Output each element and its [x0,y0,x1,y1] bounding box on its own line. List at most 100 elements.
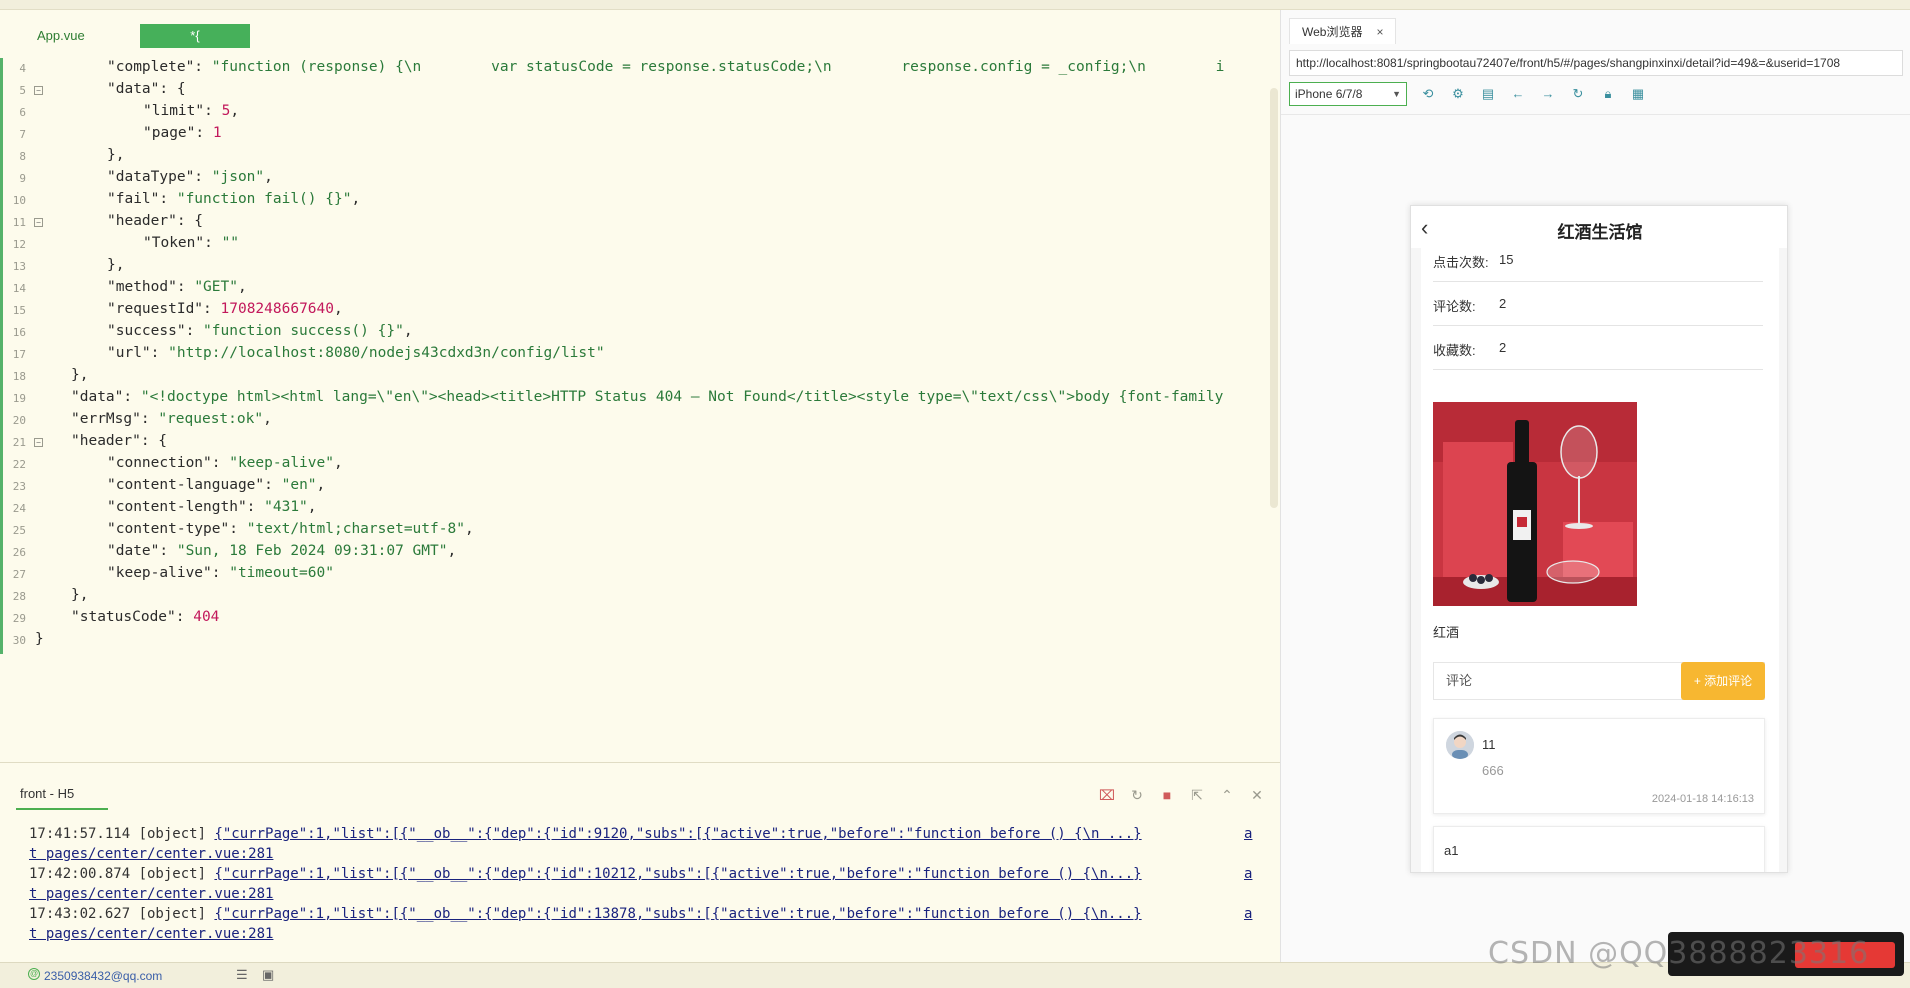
browser-toolbar-divider [1281,114,1910,115]
code-text: "data": { [107,81,186,97]
log-object-link[interactable]: {"currPage":1,"list":[{"__ob__":{"dep":{… [214,826,1141,842]
reload-icon[interactable]: ↻ [1569,86,1587,102]
code-line[interactable]: 26 "date": "Sun, 18 Feb 2024 09:31:07 GMT… [0,542,1278,564]
line-number: 24 [12,502,26,515]
export-icon[interactable]: ⇱ [1188,786,1206,804]
code-line[interactable]: 22 "connection": "keep-alive", [0,454,1278,476]
fold-toggle-icon[interactable]: − [34,86,43,95]
avatar [1446,731,1474,759]
code-line[interactable]: 27 "keep-alive": "timeout=60" [0,564,1278,586]
device-select[interactable]: iPhone 6/7/8 ▼ [1289,82,1407,106]
log-source-link[interactable]: a [1244,826,1252,842]
forward-arrow-icon[interactable]: → [1539,86,1557,102]
add-comment-button[interactable]: + 添加评论 [1681,662,1765,700]
code-text: "errMsg": "request:ok", [71,411,272,427]
line-number: 16 [12,326,26,339]
log-source-link[interactable]: a [1244,906,1252,922]
stat-row-comments: 评论数: 2 [1433,282,1763,326]
code-line[interactable]: 16 "success": "function success() {}", [0,322,1278,344]
stat-row-clicks: 点击次数: 15 [1433,238,1763,282]
line-number: 6 [19,106,26,119]
code-line[interactable]: 13}, [0,256,1278,278]
comment-input[interactable]: 评论 + 添加评论 [1433,662,1765,700]
stat-label: 收藏数: [1433,343,1476,358]
code-line[interactable]: 24 "content-length": "431", [0,498,1278,520]
code-text: "limit": 5, [143,103,240,119]
close-panel-icon[interactable]: ✕ [1248,786,1266,804]
log-object-link[interactable]: {"currPage":1,"list":[{"__ob__":{"dep":{… [214,866,1141,882]
stat-row-favorites: 收藏数: 2 [1433,326,1763,370]
rotate-icon[interactable]: ⟲ [1419,86,1437,102]
phone-body: 点击次数: 15 评论数: 2 收藏数: 2 红酒 评论 + 添加评论 11 6… [1411,248,1787,872]
stop-icon[interactable]: ■ [1158,786,1176,804]
clear-console-icon[interactable]: ⌧ [1098,786,1116,804]
code-text: "fail": "function fail() {}", [107,191,361,207]
code-text: "page": 1 [143,125,222,141]
tab-active-json[interactable]: *{ [140,24,250,48]
browser-tab-label: Web浏览器 [1302,25,1363,39]
console-toolbar: ⌧ ↻ ■ ⇱ ⌃ ✕ [1098,786,1266,804]
log-source-path[interactable]: t pages/center/center.vue:281 [29,846,273,862]
browser-tab[interactable]: Web浏览器 × [1289,18,1397,44]
qrcode-icon[interactable]: ▦ [1629,86,1647,102]
tab-app-vue[interactable]: App.vue [27,24,95,48]
code-line[interactable]: 20 "errMsg": "request:ok", [0,410,1278,432]
code-line[interactable]: 18}, [0,366,1278,388]
code-line[interactable]: 14 "method": "GET", [0,278,1278,300]
code-line[interactable]: 8}, [0,146,1278,168]
log-timestamp: 17:41:57.114 [object] [29,826,215,842]
code-line[interactable]: 11− "header": { [0,212,1278,234]
log-source-path[interactable]: t pages/center/center.vue:281 [29,886,273,902]
device-select-value: iPhone 6/7/8 [1295,87,1363,101]
collapse-icon[interactable]: ⌃ [1218,786,1236,804]
code-line[interactable]: 25 "content-type": "text/html;charset=utf… [0,520,1278,542]
console-tab-front-h5[interactable]: front - H5 [20,786,74,801]
line-number: 26 [12,546,26,559]
line-number: 10 [12,194,26,207]
code-line[interactable]: 4 "complete": "function (response) {\n va… [0,58,1278,80]
log-object-link[interactable]: {"currPage":1,"list":[{"__ob__":{"dep":{… [214,906,1141,922]
code-line[interactable]: 21− "header": { [0,432,1278,454]
line-number: 28 [12,590,26,603]
refresh-icon[interactable]: ↻ [1128,786,1146,804]
lock-icon[interactable]: 🔒︎ [1599,86,1617,102]
fold-toggle-icon[interactable]: − [34,218,43,227]
code-line[interactable]: 23 "content-language": "en", [0,476,1278,498]
account-email[interactable]: 2350938432@qq.com [44,969,162,983]
log-source-path[interactable]: t pages/center/center.vue:281 [29,926,273,942]
code-line[interactable]: 17 "url": "http://localhost:8080/nodejs43… [0,344,1278,366]
code-line[interactable]: 15 "requestId": 1708248667640, [0,300,1278,322]
fold-toggle-icon[interactable]: − [34,438,43,447]
code-line[interactable]: 7 "page": 1 [0,124,1278,146]
detail-panel: 点击次数: 15 评论数: 2 收藏数: 2 红酒 评论 + 添加评论 11 6… [1421,248,1779,872]
comment-username: a1 [1444,843,1459,858]
editor-tabs: App.vue *{ [0,22,1280,52]
line-number: 11 [12,216,26,229]
code-line[interactable]: 30} [0,630,1278,652]
line-number: 12 [12,238,26,251]
line-number: 5 [19,84,26,97]
line-number: 29 [12,612,26,625]
close-icon[interactable]: × [1376,25,1383,39]
list-icon[interactable]: ☰ [236,967,248,983]
devtools-icon[interactable]: ▤ [1479,86,1497,102]
settings-icon[interactable]: ⚙ [1449,86,1467,102]
code-line[interactable]: 29 "statusCode": 404 [0,608,1278,630]
code-line[interactable]: 12 "Token": "" [0,234,1278,256]
terminal-icon[interactable]: ▣ [262,967,274,983]
back-arrow-icon[interactable]: ← [1509,86,1527,102]
code-line[interactable]: 10 "fail": "function fail() {}", [0,190,1278,212]
log-source-link[interactable]: a [1244,866,1252,882]
code-line[interactable]: 9 "dataType": "json", [0,168,1278,190]
code-line[interactable]: 5− "data": { [0,80,1278,102]
stat-label: 评论数: [1433,299,1476,314]
code-line[interactable]: 19 "data": "<!doctype html><html lang=\"e… [0,388,1278,410]
code-line[interactable]: 6 "limit": 5, [0,102,1278,124]
line-number: 27 [12,568,26,581]
url-bar[interactable]: http://localhost:8081/springbootau72407e… [1289,50,1903,76]
console-log-entry: 17:41:57.114 [object] {"currPage":1,"lis… [29,826,1142,842]
code-editor[interactable]: 4 "complete": "function (response) {\n va… [0,58,1278,758]
account-icon[interactable]: @ [28,968,40,980]
code-text: "url": "http://localhost:8080/nodejs43cd… [107,345,605,361]
code-line[interactable]: 28}, [0,586,1278,608]
